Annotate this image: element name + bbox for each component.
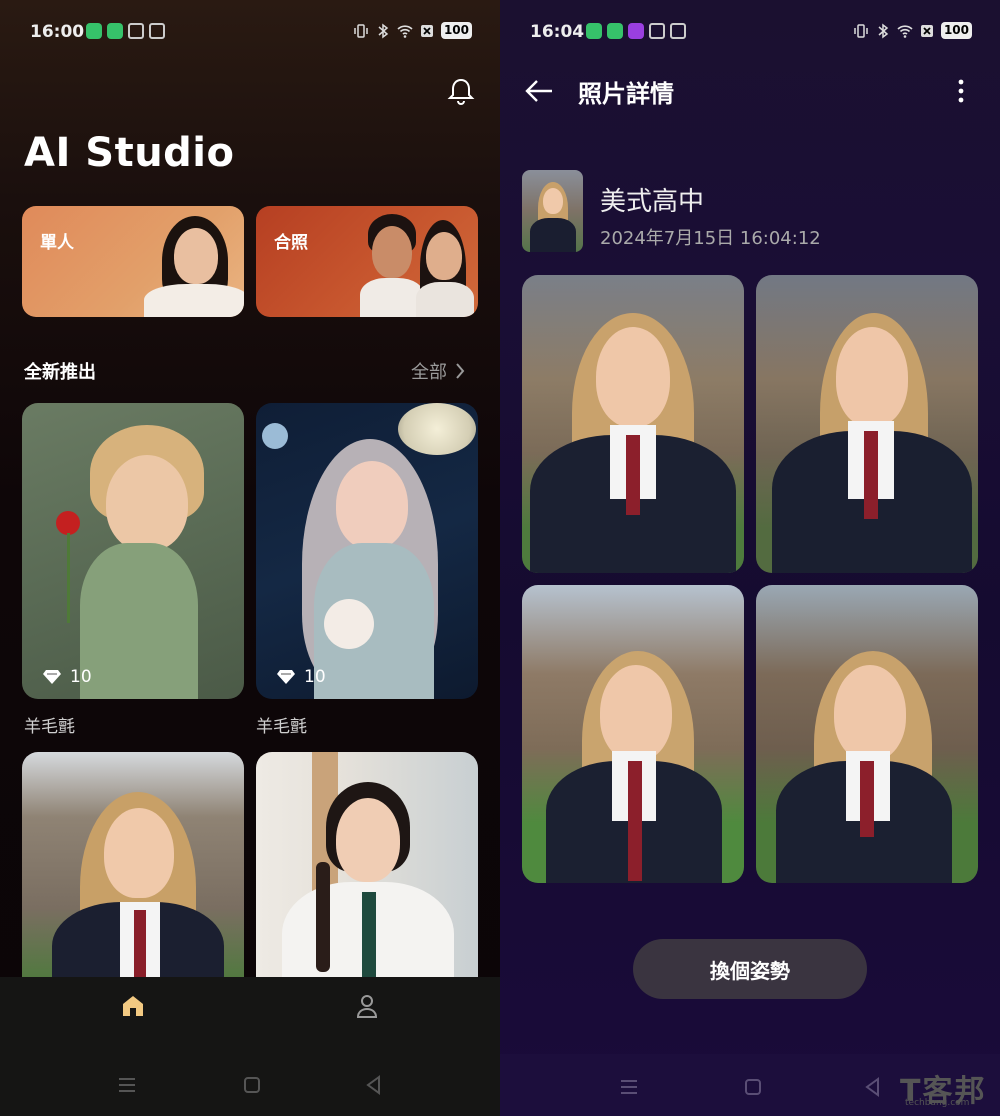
system-navigation (0, 1074, 500, 1098)
status-time: 16:00 (30, 22, 85, 42)
back-button-icon[interactable] (363, 1074, 385, 1096)
generated-photo[interactable] (522, 275, 744, 573)
category-label: 合照 (274, 233, 308, 253)
page-title: AI Studio (24, 130, 235, 176)
page-title: 照片詳情 (578, 80, 674, 108)
home-button-icon[interactable] (241, 1074, 263, 1096)
category-group-card[interactable]: 合照 (256, 206, 478, 317)
app-notification-icon (628, 23, 644, 39)
bell-icon[interactable] (446, 76, 476, 106)
status-time: 16:04 (530, 22, 585, 42)
see-all-label: 全部 (411, 362, 447, 383)
status-bar: 16:00 100 (0, 20, 500, 46)
notification-icons (86, 23, 165, 39)
bluetooth-icon (878, 23, 889, 38)
vibrate-icon (854, 23, 868, 38)
price-value: 10 (304, 667, 326, 687)
wifi-icon (897, 24, 913, 38)
category-label: 單人 (40, 233, 74, 253)
battery-indicator: 100 (440, 22, 472, 39)
home-button-icon[interactable] (742, 1076, 764, 1098)
system-icons: 100 (853, 22, 972, 39)
menu-icon[interactable] (618, 1076, 640, 1098)
tile-caption: 羊毛氈 (256, 717, 307, 737)
app-notification-icon (86, 23, 102, 39)
generated-photo[interactable] (522, 585, 744, 883)
style-tile-felt-girl[interactable]: 10 (256, 403, 478, 699)
home-icon[interactable] (120, 993, 146, 1019)
no-sim-icon (420, 24, 433, 37)
app-notification-icon (586, 23, 602, 39)
vibrate-icon (354, 23, 368, 38)
watermark-url: techbang.com (905, 1098, 970, 1108)
status-bar: 16:04 100 (500, 20, 1000, 46)
diamond-icon (43, 670, 61, 684)
no-sim-icon (920, 24, 933, 37)
bottom-navigation (0, 977, 500, 1116)
tile-caption: 羊毛氈 (24, 717, 75, 737)
diamond-icon (277, 670, 295, 684)
generation-datetime: 2024年7月15日 16:04:12 (600, 228, 821, 249)
change-pose-button[interactable]: 換個姿勢 (633, 939, 867, 999)
notification-icons (586, 23, 686, 39)
price-badge: 10 (276, 667, 326, 687)
price-value: 10 (70, 667, 92, 687)
back-button-icon[interactable] (862, 1076, 884, 1098)
profile-icon[interactable] (355, 993, 379, 1019)
battery-indicator: 100 (940, 22, 972, 39)
style-tile-school[interactable] (22, 752, 244, 1012)
generated-photo[interactable] (756, 585, 978, 883)
chevron-right-icon (456, 363, 465, 379)
generated-photo[interactable] (756, 275, 978, 573)
section-title: 全新推出 (24, 362, 96, 383)
more-options-icon[interactable] (954, 78, 968, 104)
see-all-link[interactable]: 全部 (411, 358, 465, 384)
price-badge: 10 (42, 667, 92, 687)
category-single-card[interactable]: 單人 (22, 206, 244, 317)
ai-studio-screen: 16:00 100 AI Studio 單人 合照 全新推出 全部 10 羊毛氈… (0, 0, 500, 1116)
style-thumbnail (522, 170, 583, 252)
style-tile-uniform[interactable] (256, 752, 478, 1012)
system-icons: 100 (353, 22, 472, 39)
menu-icon[interactable] (116, 1074, 138, 1096)
calendar-icon (149, 23, 165, 39)
style-tile-felt-boy[interactable]: 10 (22, 403, 244, 699)
app-notification-icon (107, 23, 123, 39)
calendar-icon (128, 23, 144, 39)
back-arrow-icon[interactable] (524, 78, 554, 104)
bluetooth-icon (378, 23, 389, 38)
style-name: 美式高中 (600, 187, 705, 217)
app-notification-icon (607, 23, 623, 39)
wifi-icon (397, 24, 413, 38)
calendar-icon (670, 23, 686, 39)
calendar-icon (649, 23, 665, 39)
